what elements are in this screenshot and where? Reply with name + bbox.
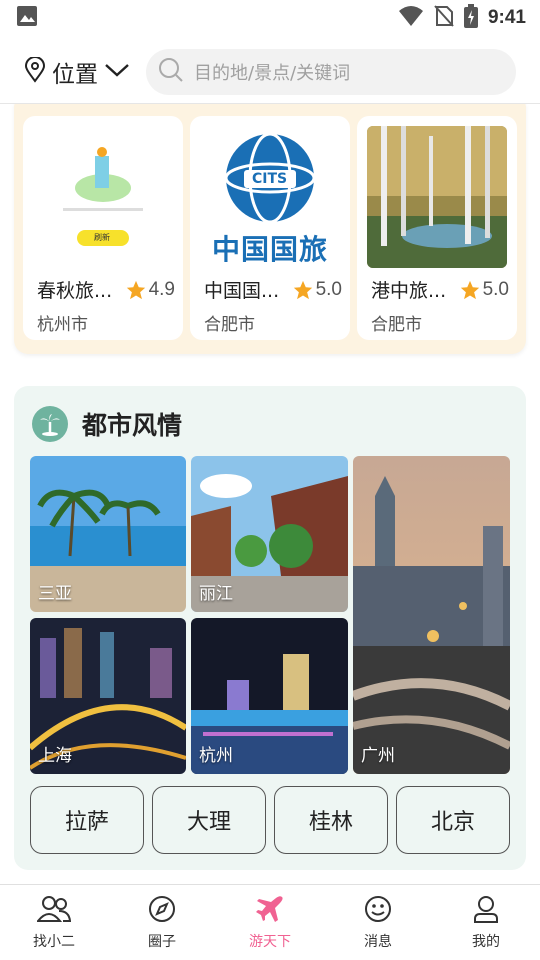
nav-label: 游天下	[249, 933, 291, 950]
hotel-image: CITS 中国国旅	[200, 126, 340, 268]
city-chip-guilin[interactable]: 桂林	[274, 786, 388, 854]
search-input[interactable]: 目的地/景点/关键词	[146, 48, 516, 95]
rating-value: 5.0	[482, 278, 509, 300]
city-tile-lijiang[interactable]: 丽江	[191, 456, 348, 612]
city-chip-beijing[interactable]: 北京	[396, 786, 510, 854]
bottom-nav: 找小二 圈子 游天下 消息 我的	[0, 884, 540, 960]
city-section: 都市风情 三亚 丽江 广州 上海 杭州 拉萨 大理 桂林 北京	[14, 386, 526, 870]
city-tile-sanya[interactable]: 三亚	[30, 456, 186, 612]
rating: 4.9	[125, 279, 175, 301]
section-title: 都市风情	[82, 411, 183, 440]
smiley-icon	[364, 895, 392, 927]
nav-item-messages[interactable]: 消息	[324, 885, 432, 960]
hotel-card[interactable]: 刷新 春秋旅... 4.9 杭州市	[23, 116, 183, 340]
city-tile-hangzhou[interactable]: 杭州	[191, 618, 348, 774]
hotel-city: 杭州市	[37, 315, 88, 335]
hotel-panel: 刷新 春秋旅... 4.9 杭州市 CITS 中国国旅 中国国... 5.0 合…	[14, 104, 526, 354]
city-tile-shanghai[interactable]: 上海	[30, 618, 186, 774]
hotel-name: 中国国...	[204, 280, 280, 302]
hotel-city: 合肥市	[204, 315, 255, 335]
hotel-image	[367, 126, 507, 268]
nav-label: 圈子	[148, 933, 176, 950]
tile-label: 广州	[361, 746, 395, 766]
hotel-name: 春秋旅...	[37, 280, 113, 302]
chevron-down-icon	[104, 61, 130, 83]
nav-label: 我的	[472, 933, 500, 950]
compass-icon	[148, 895, 176, 927]
main-content[interactable]: 刷新 春秋旅... 4.9 杭州市 CITS 中国国旅 中国国... 5.0 合…	[0, 104, 540, 884]
search-icon	[158, 57, 184, 87]
rating-value: 5.0	[315, 278, 342, 300]
cits-logo-abbr: CITS	[252, 171, 288, 187]
rating: 5.0	[292, 279, 342, 301]
airplane-icon	[255, 895, 285, 927]
location-pin-icon	[24, 55, 46, 87]
hotel-image: 刷新	[33, 126, 173, 268]
location-selector[interactable]: 位置	[24, 55, 130, 89]
tile-label: 上海	[38, 746, 72, 766]
hotel-name: 港中旅...	[371, 280, 447, 302]
location-label: 位置	[52, 61, 98, 88]
rating-value: 4.9	[148, 278, 175, 300]
top-header: 位置 目的地/景点/关键词	[0, 40, 540, 104]
city-chip-lhasa[interactable]: 拉萨	[30, 786, 144, 854]
star-icon	[293, 280, 312, 299]
nav-label: 消息	[364, 933, 392, 950]
hotel-card[interactable]: 港中旅... 5.0 合肥市	[357, 116, 517, 340]
battery-charging-icon	[463, 4, 478, 32]
status-bar: 9:41	[0, 0, 540, 36]
city-chip-dali[interactable]: 大理	[152, 786, 266, 854]
tile-label: 丽江	[199, 584, 233, 604]
star-icon	[460, 280, 479, 299]
nav-item-circle[interactable]: 圈子	[108, 885, 216, 960]
rating: 5.0	[459, 279, 509, 301]
user-icon	[472, 895, 500, 927]
nav-item-find[interactable]: 找小二	[0, 885, 108, 960]
hotel-card[interactable]: CITS 中国国旅 中国国... 5.0 合肥市	[190, 116, 350, 340]
palm-tree-icon	[32, 406, 68, 442]
refresh-button: 刷新	[94, 233, 110, 242]
nav-item-me[interactable]: 我的	[432, 885, 540, 960]
tile-label: 三亚	[38, 584, 72, 604]
people-icon	[35, 895, 72, 927]
city-tile-guangzhou[interactable]: 广州	[353, 456, 510, 774]
wifi-icon	[398, 5, 424, 31]
nav-label: 找小二	[33, 933, 75, 950]
nav-item-travel[interactable]: 游天下	[216, 885, 324, 960]
cits-logo-text: 中国国旅	[211, 233, 328, 266]
status-time: 9:41	[487, 7, 526, 28]
search-placeholder: 目的地/景点/关键词	[194, 62, 351, 84]
no-sim-icon	[434, 5, 454, 31]
image-notification-icon	[16, 5, 38, 31]
tile-label: 杭州	[199, 746, 233, 766]
hotel-city: 合肥市	[371, 315, 422, 335]
star-icon	[126, 280, 145, 299]
